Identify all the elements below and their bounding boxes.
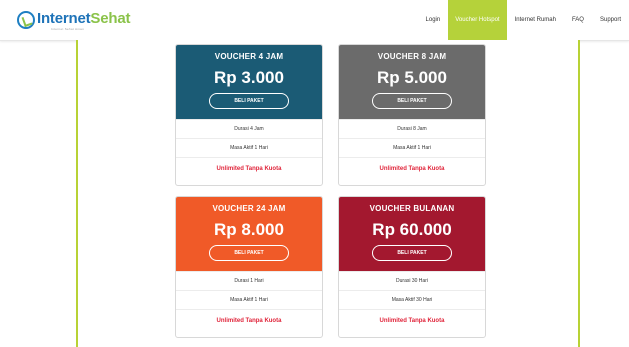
card-duration: Durasi 30 Hari [339,271,485,290]
voucher-card-8jam: VOUCHER 8 JAM Rp 5.000 BELI PAKET Durasi… [338,44,486,186]
card-title: VOUCHER 24 JAM [212,204,286,213]
nav-internet-rumah[interactable]: Internet Rumah [507,0,564,40]
card-duration: Durasi 8 Jam [339,119,485,138]
buy-package-button[interactable]: BELI PAKET [209,93,289,109]
nav-login[interactable]: Login [418,0,449,40]
nav-faq[interactable]: FAQ [564,0,592,40]
card-price: Rp 60.000 [372,220,452,239]
voucher-card-24jam: VOUCHER 24 JAM Rp 8.000 BELI PAKET Duras… [175,196,323,338]
card-price: Rp 8.000 [214,220,284,239]
main-nav: Login Voucher Hotspot Internet Rumah FAQ… [418,0,629,40]
card-header: VOUCHER 24 JAM Rp 8.000 BELI PAKET [176,197,322,271]
nav-voucher-hotspot[interactable]: Voucher Hotspot [448,0,507,40]
card-quota: Unlimited Tanpa Kuota [339,309,485,333]
card-title: VOUCHER 4 JAM [214,52,284,61]
card-active-period: Masa Aktif 1 Hari [176,290,322,309]
logo-icon [17,11,35,29]
card-active-period: Masa Aktif 30 Hari [339,290,485,309]
brand-name: InternetSehat [37,10,131,27]
voucher-card-bulanan: VOUCHER BULANAN Rp 60.000 BELI PAKET Dur… [338,196,486,338]
content-frame [76,40,580,347]
card-active-period: Masa Aktif 1 Hari [339,138,485,157]
card-duration: Durasi 1 Hari [176,271,322,290]
card-header: VOUCHER 4 JAM Rp 3.000 BELI PAKET [176,45,322,119]
card-price: Rp 5.000 [377,68,447,87]
card-header: VOUCHER BULANAN Rp 60.000 BELI PAKET [339,197,485,271]
card-header: VOUCHER 8 JAM Rp 5.000 BELI PAKET [339,45,485,119]
card-duration: Durasi 4 Jam [176,119,322,138]
card-quota: Unlimited Tanpa Kuota [176,309,322,333]
buy-package-button[interactable]: BELI PAKET [209,245,289,261]
card-price: Rp 3.000 [214,68,284,87]
card-title: VOUCHER 8 JAM [377,52,447,61]
card-title: VOUCHER BULANAN [369,204,455,213]
buy-package-button[interactable]: BELI PAKET [372,245,452,261]
top-navbar: InternetSehat Internet Sehat Aman Login … [0,0,629,41]
nav-support[interactable]: Support [592,0,629,40]
brand-tagline: Internet Sehat Aman [51,27,85,31]
buy-package-button[interactable]: BELI PAKET [372,93,452,109]
card-quota: Unlimited Tanpa Kuota [176,157,322,181]
voucher-card-4jam: VOUCHER 4 JAM Rp 3.000 BELI PAKET Durasi… [175,44,323,186]
card-active-period: Masa Aktif 1 Hari [176,138,322,157]
card-quota: Unlimited Tanpa Kuota [339,157,485,181]
brand-logo[interactable]: InternetSehat Internet Sehat Aman [17,10,130,34]
